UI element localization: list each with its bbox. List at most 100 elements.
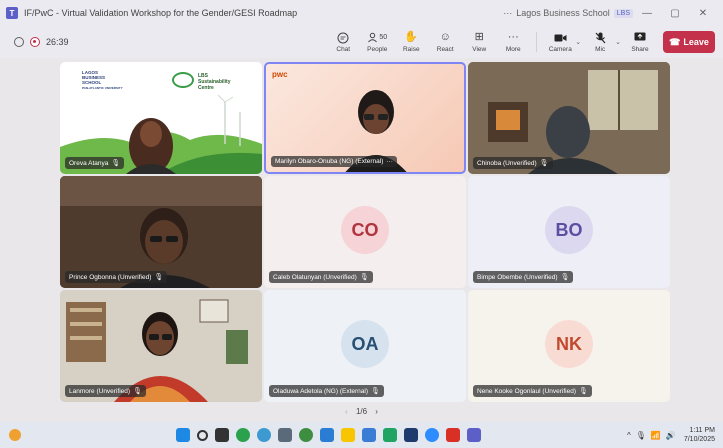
search-icon[interactable] <box>196 429 208 441</box>
share-button[interactable]: Share <box>623 32 657 53</box>
org-badge: LBS <box>613 8 633 18</box>
volume-icon[interactable]: 🔊 <box>666 431 676 440</box>
people-button[interactable]: 50 People <box>360 32 394 53</box>
chrome-icon[interactable] <box>235 428 250 442</box>
raise-hand-button[interactable]: ✋ Raise <box>394 32 428 53</box>
mic-off-icon: 🎙 <box>560 274 570 281</box>
mic-off-icon: 🎙 <box>579 388 588 395</box>
mic-off-icon <box>595 32 606 44</box>
phone-hangup-icon: ☎ <box>669 36 681 47</box>
react-button[interactable]: ☺ React <box>428 32 462 53</box>
more-dots-icon: ··· <box>503 8 513 18</box>
teams-icon[interactable] <box>466 428 481 442</box>
teams-logo-icon: T <box>6 7 18 19</box>
next-page-button[interactable]: › <box>375 407 378 416</box>
participant-name-tag: Oreva Atanya 🎙 <box>65 157 125 169</box>
participant-name-tag: Oladuwa Adetola (NG) (External) 🎙 <box>269 385 384 397</box>
word-icon[interactable] <box>319 428 334 442</box>
mic-button[interactable]: Mic <box>583 32 617 53</box>
camera-options-chevron-icon[interactable]: ⌄ <box>575 38 581 46</box>
participant-tile-active-speaker[interactable]: pwc Marilyn Obaro-Onuba (NG) (External) ·… <box>264 62 466 174</box>
avatar-initials: OA <box>341 320 389 368</box>
chat-button[interactable]: Chat <box>326 32 360 53</box>
org-name: Lagos Business School <box>516 8 610 18</box>
minimize-button[interactable]: — <box>633 8 661 19</box>
chat-label: Chat <box>336 45 351 53</box>
smiley-icon: ☺ <box>439 31 451 43</box>
recording-indicator-icon <box>30 37 40 47</box>
mic-options-chevron-icon[interactable]: ⌄ <box>615 38 621 46</box>
participant-name-tag: Nene Kooke Ogonlaul (Unverified) 🎙 <box>473 385 592 397</box>
participant-name-tag: Prince Ogbonna (Unverified) 🎙 <box>65 271 168 283</box>
view-label: View <box>472 45 487 53</box>
participant-tile[interactable]: Lanmore (Unverified) 🎙 <box>60 290 262 402</box>
whatsapp-icon[interactable] <box>298 428 313 442</box>
participant-tile[interactable]: CO Caleb Olatunyan (Unverified) 🎙 <box>264 176 466 288</box>
calculator-icon[interactable] <box>277 428 292 442</box>
prev-page-button[interactable]: ‹ <box>345 407 348 416</box>
acrobat-icon[interactable] <box>445 428 460 442</box>
avatar-initials: NK <box>545 320 593 368</box>
maximize-button[interactable]: ▢ <box>661 8 689 19</box>
wifi-icon[interactable]: 📶 <box>651 431 661 440</box>
camera-label: Camera <box>548 45 572 53</box>
close-window-button[interactable]: ✕ <box>689 8 717 19</box>
participant-name-tag: Caleb Olatunyan (Unverified) 🎙 <box>269 271 373 283</box>
weather-icon <box>9 429 21 441</box>
react-label: React <box>436 45 454 53</box>
participant-name-tag: Chinoba (Unverified) 🎙 <box>473 157 553 169</box>
clock-time: 1:11 PM <box>689 427 715 434</box>
people-count: 50 <box>379 34 388 41</box>
participant-tile[interactable]: BO Bimpe Obembe (Unverified) 🎙 <box>468 176 670 288</box>
mail-icon[interactable] <box>361 428 376 442</box>
mic-label: Mic <box>595 45 606 53</box>
chevron-up-icon[interactable]: ^ <box>627 431 631 440</box>
chat-icon <box>337 32 349 44</box>
mic-off-icon: 🎙 <box>359 274 369 281</box>
clock-date: 7/10/2025 <box>683 436 715 443</box>
sustainability-logo-icon <box>172 72 194 88</box>
camera-button[interactable]: Camera <box>543 32 577 53</box>
file-explorer-icon[interactable] <box>340 428 355 442</box>
os-taskbar: ^ 🎙 📶 🔊 1:11 PM 7/10/2025 <box>0 422 723 448</box>
meeting-toolbar: 26:39 Chat 50 People ✋ Raise ☺ React ⊞ V… <box>0 26 723 58</box>
leave-label: Leave <box>683 37 709 47</box>
page-indicator: 1/6 <box>355 407 368 416</box>
more-icon: ··· <box>507 31 519 43</box>
zoom-icon[interactable] <box>424 428 439 442</box>
edge-icon[interactable] <box>256 428 271 442</box>
mic-off-icon: 🎙 <box>133 388 142 395</box>
mic-tray-icon[interactable]: 🎙 <box>636 431 646 440</box>
org-switcher[interactable]: ··· Lagos Business School LBS <box>503 8 633 18</box>
participant-name-tag: Marilyn Obaro-Onuba (NG) (External) ··· <box>271 156 397 167</box>
system-tray: ^ 🎙 📶 🔊 <box>627 431 676 440</box>
store-icon[interactable] <box>403 428 418 442</box>
weather-widget[interactable] <box>0 429 30 441</box>
leave-button[interactable]: ☎ Leave <box>663 31 715 53</box>
share-label: Share <box>631 45 649 53</box>
meeting-info-shield-icon[interactable] <box>14 37 24 47</box>
more-button[interactable]: ··· More <box>496 32 530 53</box>
meeting-timer: 26:39 <box>46 37 69 47</box>
people-label: People <box>367 45 388 53</box>
windows-start-icon[interactable] <box>175 428 190 442</box>
participant-tile[interactable]: NK Nene Kooke Ogonlaul (Unverified) 🎙 <box>468 290 670 402</box>
participant-tile[interactable]: Chinoba (Unverified) 🎙 <box>468 62 670 174</box>
sustainability-centre-label: LBS Sustainability Centre <box>198 73 231 91</box>
gallery-pager: ‹ 1/6 › <box>0 407 723 416</box>
people-icon: 50 <box>367 32 387 44</box>
participant-tile[interactable]: OA Oladuwa Adetola (NG) (External) 🎙 <box>264 290 466 402</box>
participant-tile[interactable]: Prince Ogbonna (Unverified) 🎙 <box>60 176 262 288</box>
toolbar-divider <box>536 32 538 52</box>
grid-view-icon: ⊞ <box>474 31 484 43</box>
avatar-initials: CO <box>341 206 389 254</box>
participant-tile[interactable]: LAGOS BUSINESS SCHOOL PAN-ATLANTIC UNIVERSI… <box>60 62 262 174</box>
raise-label: Raise <box>402 45 420 53</box>
view-button[interactable]: ⊞ View <box>462 32 496 53</box>
system-clock[interactable]: 1:11 PM 7/10/2025 <box>684 426 723 444</box>
app-icon[interactable] <box>382 428 397 442</box>
task-view-icon[interactable] <box>214 428 229 442</box>
mic-off-icon: 🎙 <box>539 160 549 167</box>
meeting-stage: LAGOS BUSINESS SCHOOL PAN-ATLANTIC UNIVERSI… <box>0 58 723 422</box>
participant-name-tag: Bimpe Obembe (Unverified) 🎙 <box>473 271 574 283</box>
